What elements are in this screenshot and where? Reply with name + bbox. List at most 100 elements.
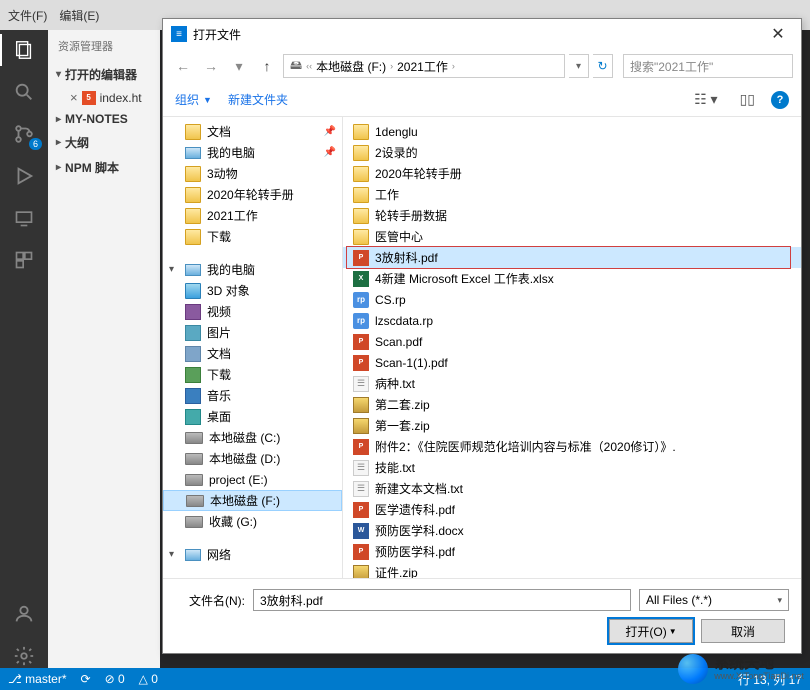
file-item[interactable]: 证件.zip	[343, 562, 801, 578]
file-list[interactable]: 1denglu2设录的 2020年轮转手册工作轮转手册数据医管中心P3放射科.pd…	[343, 117, 801, 578]
file-item[interactable]: 2设录的	[343, 142, 801, 163]
file-item[interactable]: 第一套.zip	[343, 415, 801, 436]
organize-button[interactable]: 组织 ▼	[175, 91, 212, 108]
status-branch[interactable]: ⎇ master*	[8, 672, 67, 686]
breadcrumb-dropdown[interactable]: ▾	[569, 54, 589, 78]
filename-input[interactable]	[253, 589, 631, 611]
file-item[interactable]: ☰技能.txt	[343, 457, 801, 478]
account-icon[interactable]	[12, 602, 36, 626]
tree-item[interactable]: project (E:)	[163, 469, 342, 490]
file-item[interactable]: 2020年轮转手册	[343, 163, 801, 184]
recent-dropdown[interactable]: ▾	[227, 54, 251, 78]
activity-bar: 6	[0, 30, 48, 668]
open-button[interactable]: 打开(O) ▼	[609, 619, 693, 643]
file-name: 工作	[375, 186, 399, 203]
tree-item[interactable]: 2021工作	[163, 205, 342, 226]
file-item[interactable]: P预防医学科.pdf	[343, 541, 801, 562]
breadcrumb-folder[interactable]: 2021工作	[397, 58, 448, 75]
explorer-sidebar: 资源管理器 ▾打开的编辑器 ×5index.ht ▸MY-NOTES ▸大纲 ▸…	[48, 30, 160, 668]
tree-item[interactable]: 我的电脑📌	[163, 142, 342, 163]
file-name: 附件2：《住院医师规范化培训内容与标准（2020修订）》.	[375, 438, 676, 455]
run-icon[interactable]	[12, 164, 36, 188]
tree-item[interactable]: ▾我的电脑	[163, 259, 342, 280]
status-errors[interactable]: ⊘ 0	[105, 672, 125, 686]
tree-item[interactable]: 3动物	[163, 163, 342, 184]
tree-item[interactable]: 本地磁盘 (D:)	[163, 448, 342, 469]
open-file-tab[interactable]: ×5index.ht	[48, 87, 160, 108]
cancel-button[interactable]: 取消	[701, 619, 785, 643]
menu-file[interactable]: 文件(F)	[8, 7, 47, 24]
file-item[interactable]: 轮转手册数据	[343, 205, 801, 226]
up-button[interactable]: ↑	[255, 54, 279, 78]
watermark: 系统天地 www.XiTongTianDi.net	[678, 654, 804, 684]
file-item[interactable]: 医管中心	[343, 226, 801, 247]
watermark-url: www.XiTongTianDi.net	[714, 672, 804, 682]
section-outline[interactable]: ▸大纲	[48, 130, 160, 155]
tree-item[interactable]: ▾网络	[163, 544, 342, 565]
forward-button[interactable]: →	[199, 54, 223, 78]
file-item[interactable]: PScan-1(1).pdf	[343, 352, 801, 373]
gear-icon[interactable]	[12, 644, 36, 668]
file-item[interactable]: W预防医学科.docx	[343, 520, 801, 541]
status-sync[interactable]: ⟳	[81, 672, 91, 686]
tree-item[interactable]: 文档	[163, 343, 342, 364]
remote-icon[interactable]	[12, 206, 36, 230]
file-item[interactable]: rpCS.rp	[343, 289, 801, 310]
file-item[interactable]: PScan.pdf	[343, 331, 801, 352]
tree-item[interactable]: 图片	[163, 322, 342, 343]
dialog-titlebar: ≡ 打开文件 ✕	[163, 19, 801, 49]
file-name: 4新建 Microsoft Excel 工作表.xlsx	[375, 270, 554, 287]
search-input[interactable]: 搜索"2021工作"	[623, 54, 793, 78]
nav-tree[interactable]: 文档📌我的电脑📌3动物2020年轮转手册2021工作下载 ▾我的电脑3D 对象视频…	[163, 117, 343, 578]
tree-item[interactable]: 视频	[163, 301, 342, 322]
file-item[interactable]: 第二套.zip	[343, 394, 801, 415]
tree-item[interactable]: 2020年轮转手册	[163, 184, 342, 205]
tree-item[interactable]: 本地磁盘 (F:)	[163, 490, 342, 511]
tree-item[interactable]: 音乐	[163, 385, 342, 406]
breadcrumb-drive[interactable]: 本地磁盘 (F:)	[316, 58, 386, 75]
new-folder-button[interactable]: 新建文件夹	[228, 91, 288, 108]
explorer-icon[interactable]	[12, 38, 36, 62]
file-item[interactable]: 1denglu	[343, 121, 801, 142]
dialog-footer: 文件名(N): All Files (*.*) ▾ 打开(O) ▼ 取消	[163, 578, 801, 653]
open-editors-section[interactable]: ▾打开的编辑器	[48, 62, 160, 87]
file-name: 技能.txt	[375, 459, 415, 476]
dialog-title: 打开文件	[193, 26, 763, 43]
tree-item[interactable]: 桌面	[163, 406, 342, 427]
section-mynotes[interactable]: ▸MY-NOTES	[48, 108, 160, 130]
breadcrumb[interactable]: 🖴 ‹‹ 本地磁盘 (F:) › 2021工作 ›	[283, 54, 565, 78]
file-item[interactable]: P3放射科.pdf	[343, 247, 801, 268]
file-name: 2020年轮转手册	[375, 165, 462, 182]
refresh-button[interactable]: ↻	[593, 54, 613, 78]
file-name: 新建文本文档.txt	[375, 480, 463, 497]
help-button[interactable]: ?	[771, 91, 789, 109]
tree-item[interactable]: 3D 对象	[163, 280, 342, 301]
file-item[interactable]: ☰新建文本文档.txt	[343, 478, 801, 499]
open-file-dialog: ≡ 打开文件 ✕ ← → ▾ ↑ 🖴 ‹‹ 本地磁盘 (F:) › 2021工作…	[162, 18, 802, 654]
view-mode-button[interactable]: ☷ ▾	[688, 89, 723, 110]
file-item[interactable]: P附件2：《住院医师规范化培训内容与标准（2020修订）》.	[343, 436, 801, 457]
extensions-icon[interactable]	[12, 248, 36, 272]
tree-item[interactable]: 文档📌	[163, 121, 342, 142]
section-label: 大纲	[65, 134, 89, 151]
tree-item[interactable]: 本地磁盘 (C:)	[163, 427, 342, 448]
section-npm[interactable]: ▸NPM 脚本	[48, 155, 160, 180]
file-item[interactable]: rplzscdata.rp	[343, 310, 801, 331]
search-icon[interactable]	[12, 80, 36, 104]
preview-pane-button[interactable]: ▯▯	[734, 89, 761, 110]
tree-item[interactable]: 下载	[163, 364, 342, 385]
file-item[interactable]: ☰病种.txt	[343, 373, 801, 394]
close-button[interactable]: ✕	[763, 19, 793, 49]
back-button[interactable]: ←	[171, 54, 195, 78]
file-type-filter[interactable]: All Files (*.*) ▾	[639, 589, 789, 611]
file-name: Scan-1(1).pdf	[375, 356, 448, 370]
file-item[interactable]: P医学遗传科.pdf	[343, 499, 801, 520]
file-item[interactable]: X4新建 Microsoft Excel 工作表.xlsx	[343, 268, 801, 289]
tree-item[interactable]: 收藏 (G:)	[163, 511, 342, 532]
close-icon[interactable]: ×	[70, 90, 78, 105]
status-warnings[interactable]: △ 0	[139, 672, 158, 686]
source-control-icon[interactable]: 6	[12, 122, 36, 146]
file-item[interactable]: 工作	[343, 184, 801, 205]
menu-edit[interactable]: 编辑(E)	[59, 7, 99, 24]
tree-item[interactable]: 下载	[163, 226, 342, 247]
